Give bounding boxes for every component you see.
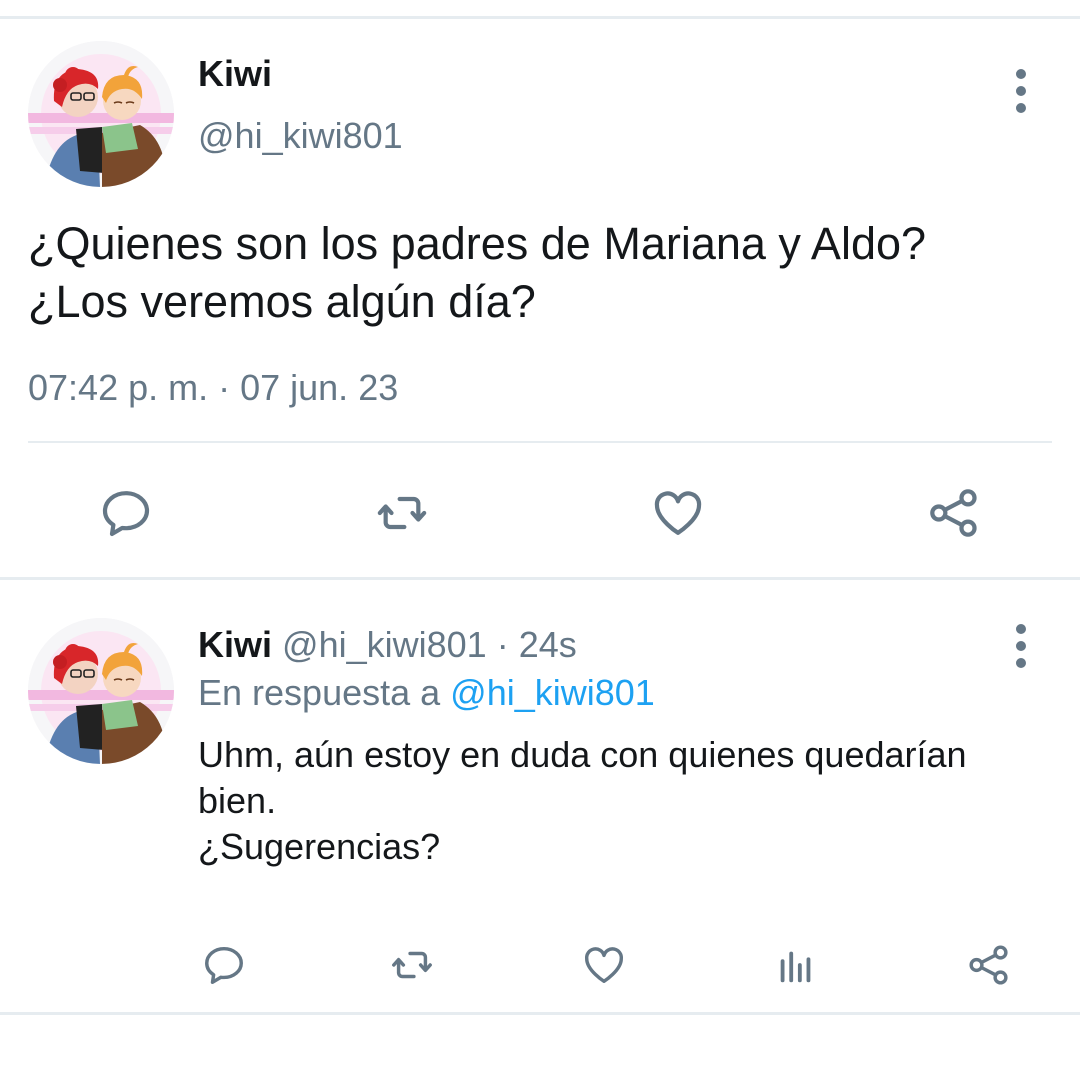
like-icon[interactable] — [650, 485, 706, 541]
main-tweet: Kiwi @hi_kiwi801 ¿Quienes son los padres… — [0, 19, 1080, 577]
reply-header: Kiwi @hi_kiwi801 · 24s — [198, 624, 577, 666]
tweet-text-line: ¿Quienes son los padres de Mariana y Ald… — [28, 218, 927, 269]
author-name[interactable]: Kiwi — [198, 53, 272, 95]
tweet-text: Uhm, aún estoy en duda con quienes queda… — [198, 732, 967, 870]
reply-tweet[interactable]: Kiwi @hi_kiwi801 · 24s En respuesta a @h… — [0, 580, 1080, 1012]
divider — [28, 441, 1052, 443]
reply-icon[interactable] — [201, 942, 247, 988]
like-icon[interactable] — [581, 942, 627, 988]
tweet-text: ¿Quienes son los padres de Mariana y Ald… — [28, 215, 1058, 331]
tweet-text-line: Uhm, aún estoy en duda con quienes queda… — [198, 734, 967, 775]
reply-context: En respuesta a @hi_kiwi801 — [198, 672, 655, 714]
more-options-icon[interactable] — [1006, 69, 1036, 113]
timestamp[interactable]: 07:42 p. m. · 07 jun. 23 — [28, 367, 398, 409]
reply-icon[interactable] — [98, 485, 154, 541]
avatar[interactable] — [28, 41, 174, 187]
analytics-icon[interactable] — [773, 942, 819, 988]
author-handle[interactable]: @hi_kiwi801 — [198, 115, 403, 157]
retweet-icon[interactable] — [374, 485, 430, 541]
reply-mention-link[interactable]: @hi_kiwi801 — [450, 672, 655, 713]
tweet-text-line: ¿Sugerencias? — [198, 826, 441, 867]
author-name[interactable]: Kiwi — [198, 624, 272, 665]
tweet-text-line: ¿Los veremos algún día? — [28, 276, 536, 327]
time-ago[interactable]: 24s — [519, 624, 577, 665]
separator-dot: · — [496, 624, 509, 665]
share-icon[interactable] — [966, 942, 1012, 988]
more-options-icon[interactable] — [1006, 624, 1036, 668]
tweet-separator — [0, 1012, 1080, 1015]
avatar[interactable] — [28, 618, 174, 764]
retweet-icon[interactable] — [389, 942, 435, 988]
tweet-text-line: bien. — [198, 780, 277, 821]
reply-prefix: En respuesta a — [198, 672, 441, 713]
author-handle[interactable]: @hi_kiwi801 — [282, 624, 487, 665]
share-icon[interactable] — [926, 485, 982, 541]
